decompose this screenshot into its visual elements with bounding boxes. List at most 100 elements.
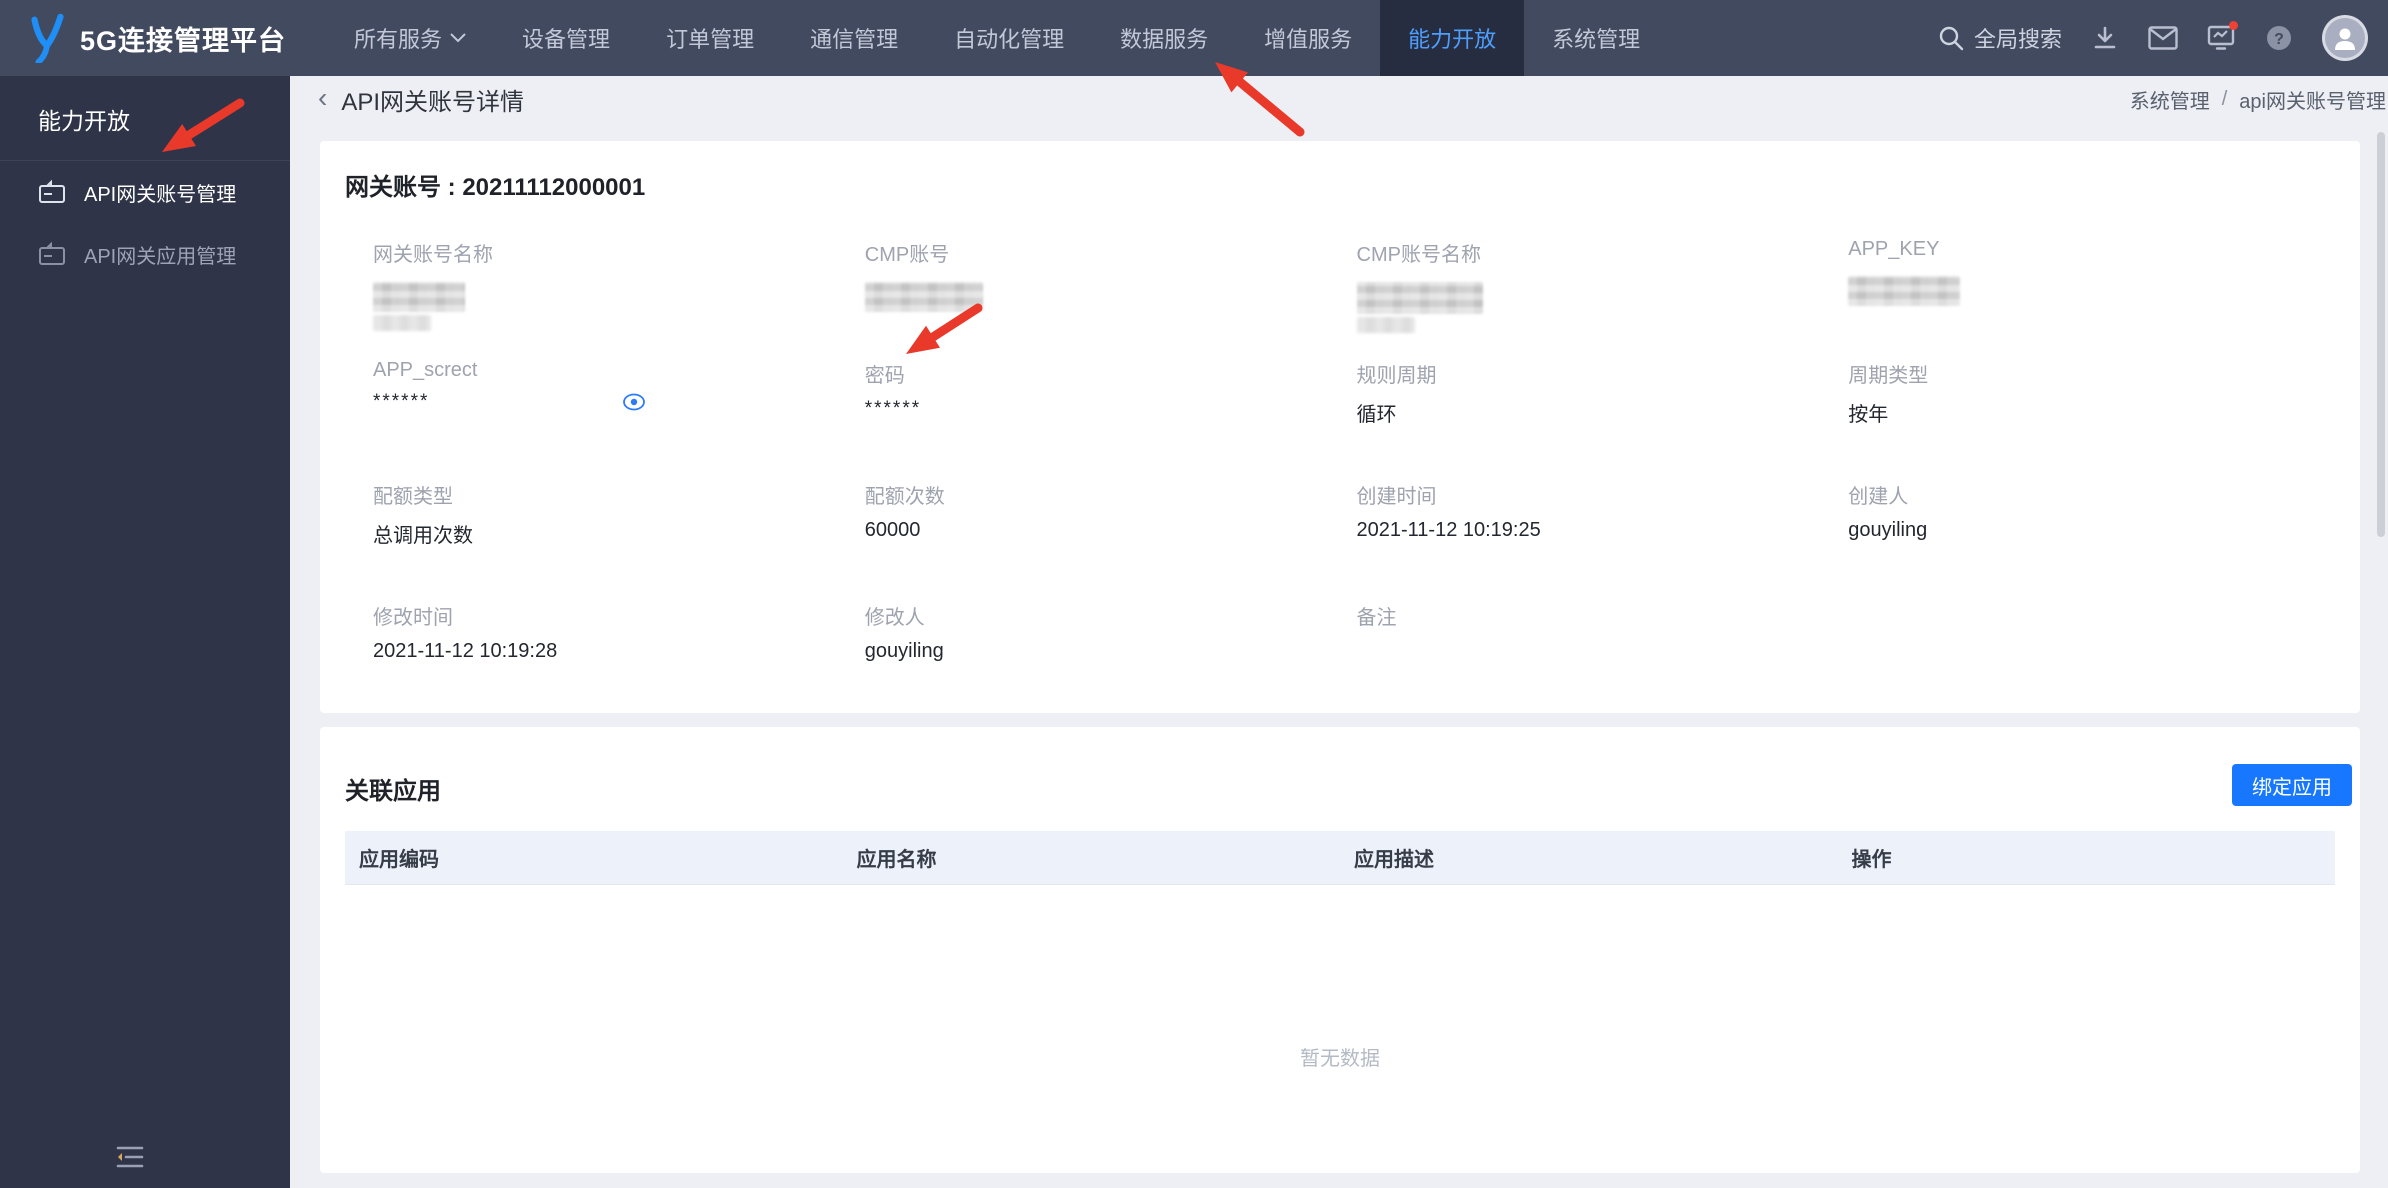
field-create-time: 创建时间 2021-11-12 10:19:25 xyxy=(1357,468,1849,589)
field-rule-period: 规则周期 循环 xyxy=(1357,347,1849,468)
column-header-app-name: 应用名称 xyxy=(856,849,937,871)
field-app-secret: APP_screct ****** xyxy=(373,347,865,468)
bind-app-button[interactable]: 绑定应用 xyxy=(2232,764,2352,806)
breadcrumb-current[interactable]: api网关账号管理 xyxy=(2239,85,2386,114)
field-creator: 创建人 gouyiling xyxy=(1848,468,2340,589)
sidebar-item-api-gateway-account-mgmt[interactable]: API网关账号管理 xyxy=(0,161,290,223)
monitor-button[interactable] xyxy=(2206,21,2238,53)
top-navbar: 5G连接管理平台 所有服务 设备管理 订单管理 通信管理 自动化管理 数据服务 … xyxy=(0,0,2388,76)
nav-item-all-services[interactable]: 所有服务 xyxy=(326,0,494,76)
field-label: 配额次数 xyxy=(864,486,945,508)
masked-value xyxy=(1356,282,1483,314)
field-period-type: 周期类型 按年 xyxy=(1848,347,2340,468)
back-button[interactable]: ‹ xyxy=(318,83,327,112)
global-search[interactable]: 全局搜索 xyxy=(1938,22,2062,54)
column-header-app-code: 应用编码 xyxy=(359,849,439,871)
field-value: 总调用次数 xyxy=(373,525,473,547)
field-value: 按年 xyxy=(1848,404,1889,426)
reveal-secret-button[interactable] xyxy=(622,390,646,414)
search-icon xyxy=(1939,26,1964,51)
apps-table-header: 应用编码 应用名称 应用描述 操作 xyxy=(345,831,2335,885)
nav-item-capability-open[interactable]: 能力开放 xyxy=(1380,0,1525,76)
nav-item-system-mgmt[interactable]: 系统管理 xyxy=(1524,0,1668,76)
field-quota-count: 配额次数 60000 xyxy=(865,468,1357,589)
main-nav: 所有服务 设备管理 订单管理 通信管理 自动化管理 数据服务 增值服务 能力开放… xyxy=(326,0,1668,76)
field-modifier: 修改人 gouyiling xyxy=(865,589,1357,710)
field-label: APP_KEY xyxy=(1848,238,1940,260)
app-logo: 5G连接管理平台 xyxy=(0,0,286,76)
nav-item-comm-mgmt[interactable]: 通信管理 xyxy=(782,0,926,76)
sidebar-item-label: API网关账号管理 xyxy=(84,183,237,206)
field-label: 周期类型 xyxy=(1848,365,1929,387)
field-label: 备注 xyxy=(1356,607,1397,629)
download-button[interactable] xyxy=(2090,23,2120,53)
help-icon: ? xyxy=(2267,26,2291,50)
field-value: ****** xyxy=(373,391,430,412)
field-label: 配额类型 xyxy=(373,486,453,508)
nav-item-automation-mgmt[interactable]: 自动化管理 xyxy=(926,0,1092,76)
breadcrumb-separator: / xyxy=(2221,88,2228,110)
id-card-icon xyxy=(39,241,65,265)
field-value: ****** xyxy=(864,398,922,419)
field-gateway-account-name: 网关账号名称 xyxy=(373,226,865,347)
column-header-app-desc: 应用描述 xyxy=(1354,849,1434,871)
field-remark: 备注 xyxy=(1357,589,1849,710)
page-title: API网关账号详情 xyxy=(341,89,525,116)
field-label: 创建人 xyxy=(1848,486,1909,508)
field-password: 密码 ****** xyxy=(865,347,1357,468)
chevron-down-icon xyxy=(450,33,466,43)
field-label: 修改人 xyxy=(864,607,925,629)
breadcrumb: 系统管理 / api网关账号管理 xyxy=(2130,76,2386,123)
associated-apps-title: 关联应用 xyxy=(345,778,441,805)
masked-value-tail xyxy=(373,315,431,331)
nav-item-label: 所有服务 xyxy=(354,27,443,52)
user-icon xyxy=(2335,28,2355,50)
field-empty xyxy=(1848,589,2340,710)
sidebar-item-label: API网关应用管理 xyxy=(84,245,237,268)
masked-value xyxy=(373,282,465,312)
id-card-icon xyxy=(39,179,65,203)
notification-badge xyxy=(2229,21,2238,30)
sidebar-collapse-button[interactable] xyxy=(108,1140,152,1174)
field-label: CMP账号 xyxy=(864,244,950,266)
nav-item-label: 能力开放 xyxy=(1408,27,1497,52)
nav-item-label: 设备管理 xyxy=(522,27,611,52)
app-title: 5G连接管理平台 xyxy=(80,25,287,56)
field-quota-type: 配额类型 总调用次数 xyxy=(373,468,865,589)
nav-item-data-service[interactable]: 数据服务 xyxy=(1092,0,1236,76)
field-value: gouyiling xyxy=(864,640,944,662)
associated-apps-card: 关联应用 绑定应用 应用编码 应用名称 应用描述 操作 暂无数据 xyxy=(320,727,2360,1173)
field-modify-time: 修改时间 2021-11-12 10:19:28 xyxy=(373,589,865,710)
vertical-scrollbar[interactable] xyxy=(2377,132,2385,537)
download-icon xyxy=(2094,26,2116,49)
field-label: 密码 xyxy=(864,365,905,387)
field-value: 2021-11-12 10:19:28 xyxy=(373,640,558,662)
nav-item-label: 系统管理 xyxy=(1552,27,1641,52)
field-label: APP_screct xyxy=(373,359,478,381)
eye-icon xyxy=(623,393,645,411)
avatar[interactable] xyxy=(2322,15,2368,61)
nav-item-label: 自动化管理 xyxy=(954,27,1065,52)
sidebar-item-api-gateway-app-mgmt[interactable]: API网关应用管理 xyxy=(0,223,290,285)
telecom-logo-icon xyxy=(31,13,64,63)
main-content: ‹ API网关账号详情 系统管理 / api网关账号管理 网关账号 : 2021… xyxy=(290,76,2388,1188)
gateway-account-detail-card: 网关账号 : 20211112000001 网关账号名称 CMP账号 CMP账号… xyxy=(320,141,2360,713)
help-button[interactable]: ? xyxy=(2264,23,2294,53)
nav-item-label: 订单管理 xyxy=(666,27,755,52)
messages-button[interactable] xyxy=(2148,23,2178,53)
nav-item-device-mgmt[interactable]: 设备管理 xyxy=(494,0,638,76)
breadcrumb-parent[interactable]: 系统管理 xyxy=(2130,85,2210,114)
gateway-account-number: 网关账号 : 20211112000001 xyxy=(345,174,646,201)
nav-item-order-mgmt[interactable]: 订单管理 xyxy=(638,0,782,76)
field-value: 2021-11-12 10:19:25 xyxy=(1356,519,1541,541)
page-header: ‹ API网关账号详情 系统管理 / api网关账号管理 xyxy=(290,76,2388,123)
nav-item-value-added-service[interactable]: 增值服务 xyxy=(1236,0,1380,76)
app-root: 5G连接管理平台 所有服务 设备管理 订单管理 通信管理 自动化管理 数据服务 … xyxy=(0,0,2388,1188)
column-header-actions: 操作 xyxy=(1851,849,1892,871)
svg-text:?: ? xyxy=(2274,31,2284,48)
field-label: 修改时间 xyxy=(373,607,453,629)
masked-value xyxy=(1848,276,1961,306)
field-label: CMP账号名称 xyxy=(1356,244,1481,266)
field-label: 规则周期 xyxy=(1356,365,1437,387)
masked-value-tail xyxy=(1356,317,1415,333)
